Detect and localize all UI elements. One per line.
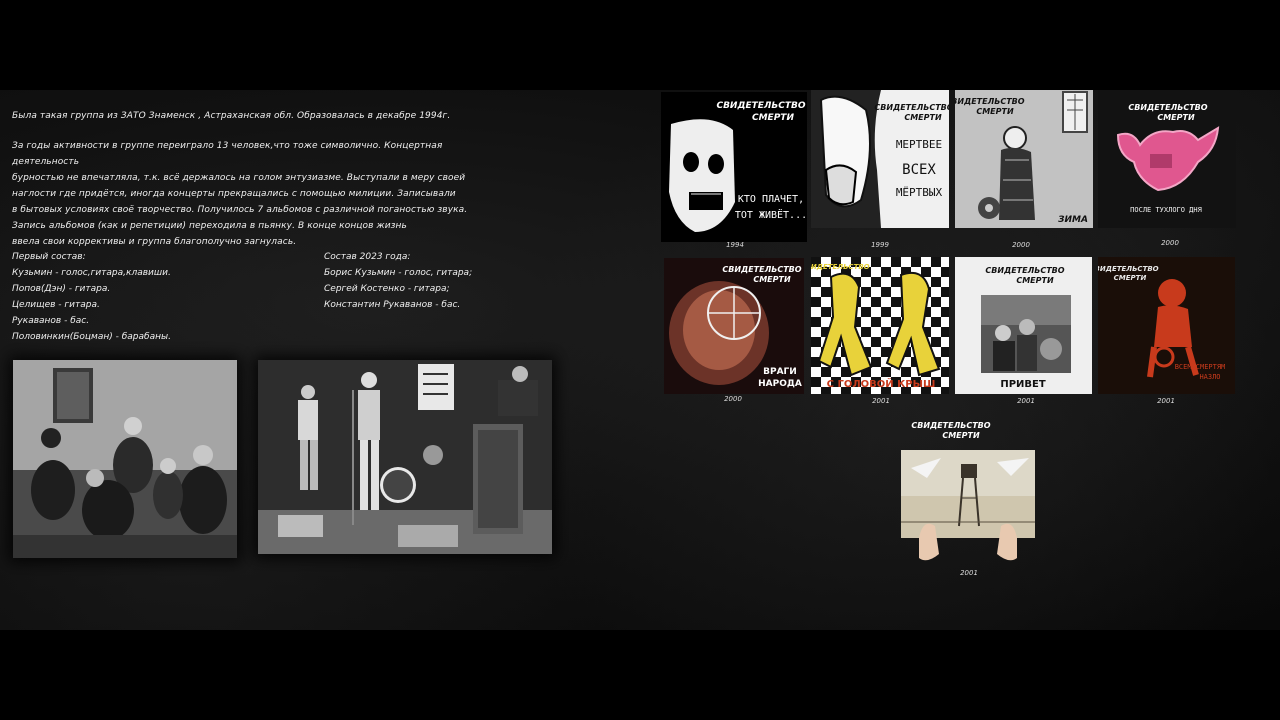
band-logo-line1: СВИДЕТЕЛЬСТВО [874, 103, 949, 112]
bio-history: За годы активности в группе переиграло 1… [12, 138, 512, 250]
album-cover-2001-nazlo[interactable]: СВИДЕТЕЛЬСТВО СМЕРТИ ВСЕМ СМЕРТЯМ НАЗЛО [1098, 257, 1235, 394]
album-title-line: ЗИМА [1058, 215, 1088, 225]
album-cover-2000-vragi[interactable]: СВИДЕТЕЛЬСТВО СМЕРТИ ВРАГИ НАРОДА [664, 258, 804, 394]
lineup-member: Целищев - гитара. [12, 300, 100, 310]
bio-line: в бытовых условиях своё творчество. Полу… [12, 205, 468, 215]
album-year: 2001 [872, 397, 890, 405]
album-title-line: ПРИВЕТ [1000, 379, 1046, 390]
album-cover-2001-privet[interactable]: СВИДЕТЕЛЬСТВО СМЕРТИ ПРИВЕТ [955, 257, 1092, 394]
album-year: 2000 [1012, 241, 1030, 249]
album-cover-2001-last[interactable]: СВИДЕТЕЛЬСТВО СМЕРТИ [901, 418, 1035, 568]
band-bio: Была такая группа из ЗАТО Знаменск , Аст… [12, 108, 512, 250]
lineup-member: Рукаванов - бас. [12, 316, 90, 326]
band-logo-line1: СВИДЕТЕЛЬСТВО [716, 101, 805, 111]
band-logo-line1: СВИДЕТЕЛЬСТВО [955, 97, 1025, 106]
album-cover-2000-posle[interactable]: СВИДЕТЕЛЬСТВО СМЕРТИ ПОСЛЕ ТУХЛОГО ДНЯ [1098, 90, 1236, 228]
album-title-line: ТОТ ЖИВЁТ... [735, 208, 807, 221]
band-logo-line1: СВИДЕТЕЛЬСТВО [722, 265, 801, 274]
album-title-line: КТО ПЛАЧЕТ, [738, 194, 804, 205]
album-cover-1994[interactable]: СВИДЕТЕЛЬСТВО СМЕРТИ КТО ПЛАЧЕТ, ТОТ ЖИВ… [661, 92, 807, 242]
album-title-line: С ГОЛОВОЙ КРЫШ [827, 377, 936, 390]
band-logo-line2: СМЕРТИ [752, 113, 794, 123]
bio-line: Запись альбомов (как и репетиции) перехо… [12, 221, 407, 231]
band-logo-line1: СВИДЕТЕЛЬСТВО [811, 263, 870, 271]
album-title-line: ВСЕХ [902, 162, 936, 178]
lineup-member: Кузьмин - голос,гитара,клавиши. [12, 268, 171, 278]
band-logo-line2: СМЕРТИ [1016, 276, 1054, 285]
album-year: 2001 [1017, 397, 1035, 405]
band-logo-line2: СМЕРТИ [753, 275, 791, 284]
album-year: 1994 [726, 241, 744, 249]
lineup-member: Сергей Костенко - гитара; [324, 284, 450, 294]
band-logo-line1: СВИДЕТЕЛЬСТВО [911, 421, 990, 430]
album-title-line: МЕРТВЕЕ [896, 138, 942, 151]
album-year: 2000 [724, 395, 742, 403]
album-year: 1999 [871, 241, 889, 249]
poster-canvas: Была такая группа из ЗАТО Знаменск , Аст… [0, 90, 1280, 630]
lineup-2023: Состав 2023 года: Борис Кузьмин - голос,… [324, 249, 472, 313]
band-logo-line1: СВИДЕТЕЛЬСТВО [985, 266, 1064, 275]
lineup-title: Состав 2023 года: [324, 252, 411, 262]
band-logo-line2: СМЕРТИ [1114, 274, 1147, 282]
album-year: 2001 [1157, 397, 1175, 405]
lineup-member: Константин Рукаванов - бас. [324, 300, 461, 310]
band-photo-group [13, 360, 237, 558]
album-title-line: МЁРТВЫХ [896, 186, 943, 199]
band-logo-line2: СМЕРТИ [942, 431, 980, 440]
lineup-title: Первый состав: [12, 252, 86, 262]
lineup-member: Попов(Дэн) - гитара. [12, 284, 111, 294]
lineup-member: Половинкин(Боцман) - барабаны. [12, 332, 171, 342]
bio-line: ввела свои коррективы и группа благополу… [12, 237, 297, 247]
band-logo-line1: СВИДЕТЕЛЬСТВО [1128, 103, 1207, 112]
lineup-member: Борис Кузьмин - голос, гитара; [324, 268, 473, 278]
album-title-line: ВРАГИ [763, 367, 797, 377]
lineup-first: Первый состав: Кузьмин - голос,гитара,кл… [12, 249, 171, 345]
bio-line: За годы активности в группе переиграло 1… [12, 141, 443, 167]
album-title-line: НАЗЛО [1199, 373, 1220, 381]
album-year: 2001 [960, 569, 978, 577]
band-logo-line2: СМЕРТИ [904, 113, 942, 122]
album-cover-2001-krysh[interactable]: СВИДЕТЕЛЬСТВО С ГОЛОВОЙ КРЫШ [811, 257, 949, 394]
band-logo-line1: СВИДЕТЕЛЬСТВО [1098, 265, 1159, 273]
album-cover-1999[interactable]: СВИДЕТЕЛЬСТВО СМЕРТИ МЕРТВЕЕ ВСЕХ МЁРТВЫ… [811, 90, 949, 228]
album-title-line: ПОСЛЕ ТУХЛОГО ДНЯ [1130, 206, 1202, 214]
band-photo-concert [258, 360, 552, 554]
band-logo-line2: СМЕРТИ [1157, 113, 1195, 122]
album-title-line: ВСЕМ СМЕРТЯМ [1175, 363, 1226, 371]
bio-intro: Была такая группа из ЗАТО Знаменск , Аст… [12, 111, 451, 121]
band-logo-line2: СМЕРТИ [976, 107, 1014, 116]
album-title-line: НАРОДА [758, 379, 802, 389]
bio-line: бурностью не впечатляла, т.к. всё держал… [12, 173, 466, 183]
album-cover-2000-zima[interactable]: СВИДЕТЕЛЬСТВО СМЕРТИ ЗИМА [955, 90, 1093, 228]
bio-line: наглости где придётся, иногда концерты п… [12, 189, 456, 199]
album-year: 2000 [1161, 239, 1179, 247]
